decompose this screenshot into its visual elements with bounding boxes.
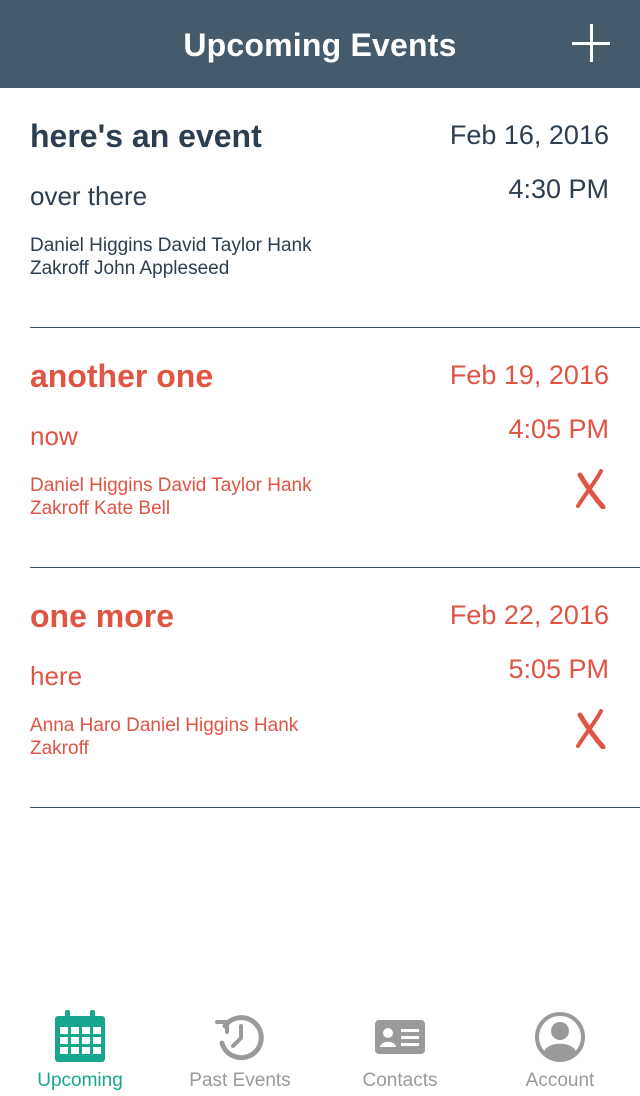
event-location: over there xyxy=(30,181,148,211)
page-title: Upcoming Events xyxy=(183,26,457,63)
tab-contacts[interactable]: Contacts xyxy=(320,996,480,1096)
tab-label: Upcoming xyxy=(37,1070,123,1091)
event-date: Feb 16, 2016 xyxy=(449,120,609,150)
tab-account[interactable]: Account xyxy=(480,996,640,1096)
event-attendees: Daniel Higgins David Taylor Hank Zakroff… xyxy=(30,475,312,519)
account-icon xyxy=(535,1012,585,1062)
event-list: here's an event over there Daniel Higgin… xyxy=(0,88,640,808)
navigation-bar: Upcoming Events xyxy=(0,0,640,88)
event-title: here's an event xyxy=(30,118,262,154)
event-time: 5:05 PM xyxy=(508,654,609,684)
event-attendees: Anna Haro Daniel Higgins Hank Zakroff xyxy=(30,715,299,759)
event-time: 4:05 PM xyxy=(508,414,609,444)
event-date: Feb 19, 2016 xyxy=(449,360,609,390)
calendar-icon xyxy=(55,1010,105,1062)
event-date: Feb 22, 2016 xyxy=(449,600,609,630)
history-icon xyxy=(215,1015,264,1061)
event-row[interactable]: another one now Daniel Higgins David Tay… xyxy=(30,328,640,568)
tab-label: Account xyxy=(525,1070,595,1091)
event-time: 4:30 PM xyxy=(508,174,609,204)
event-location: here xyxy=(30,661,83,691)
add-event-button[interactable] xyxy=(572,24,610,62)
event-row[interactable]: here's an event over there Daniel Higgin… xyxy=(30,88,640,328)
declined-x-icon[interactable] xyxy=(576,469,606,509)
tab-bar: Upcoming Past Events Contacts Account xyxy=(0,996,640,1096)
tab-label: Past Events xyxy=(189,1070,291,1091)
app-screen: Upcoming Events here's an event over the… xyxy=(0,0,640,1096)
event-attendees: Daniel Higgins David Taylor Hank Zakroff… xyxy=(30,235,312,279)
event-title: one more xyxy=(30,598,175,634)
tab-label: Contacts xyxy=(362,1070,438,1091)
event-title: another one xyxy=(30,358,214,394)
event-location: now xyxy=(30,421,78,451)
tab-past-events[interactable]: Past Events xyxy=(160,996,320,1096)
event-row[interactable]: one more here Anna Haro Daniel Higgins H… xyxy=(30,568,640,808)
tab-upcoming[interactable]: Upcoming xyxy=(0,996,160,1096)
declined-x-icon[interactable] xyxy=(576,709,606,749)
contact-card-icon xyxy=(375,1020,425,1054)
